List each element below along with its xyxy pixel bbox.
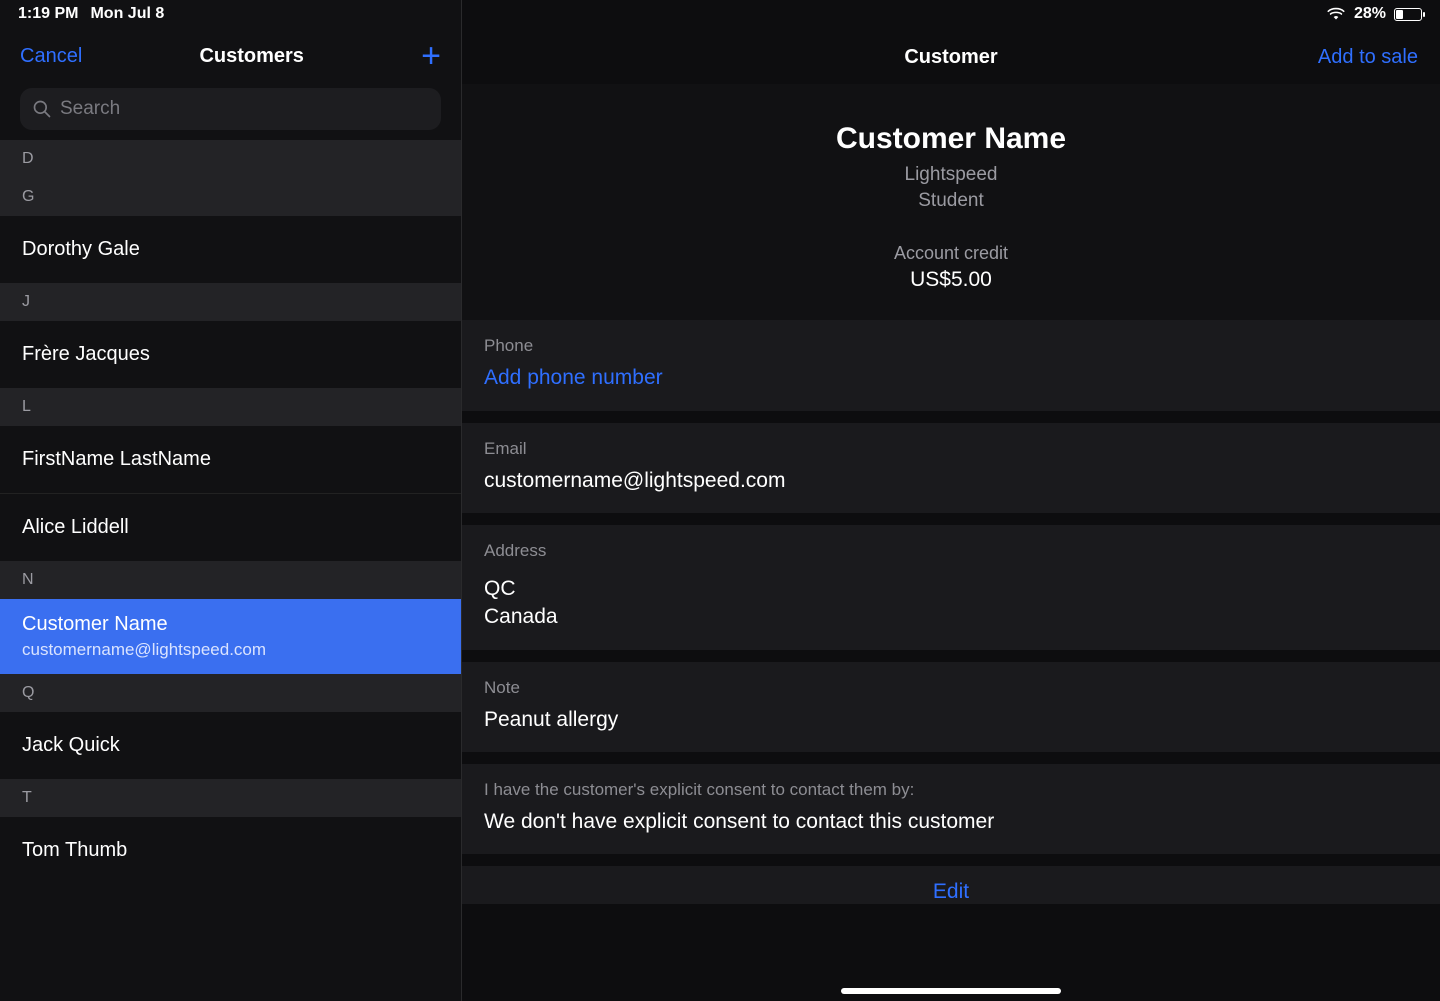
home-indicator[interactable] <box>841 988 1061 994</box>
customer-name: Tom Thumb <box>22 839 127 861</box>
cancel-button[interactable]: Cancel <box>20 45 82 68</box>
address-label: Address <box>484 541 1418 561</box>
customer-name: Jack Quick <box>22 734 120 756</box>
address-section: Address QC Canada <box>462 525 1440 650</box>
customer-name: Frère Jacques <box>22 343 150 365</box>
status-bar: 1:19 PM Mon Jul 8 28% <box>0 0 1440 28</box>
customer-list-sidebar: Cancel Customers + D G Dorothy Gale J Fr… <box>0 0 462 1001</box>
list-item[interactable]: Jack Quick <box>0 712 461 779</box>
consent-section: I have the customer's explicit consent t… <box>462 764 1440 854</box>
note-section: Note Peanut allergy <box>462 662 1440 752</box>
status-date: Mon Jul 8 <box>90 5 164 23</box>
list-item[interactable]: FirstName LastName <box>0 426 461 494</box>
customer-name: FirstName LastName <box>22 448 211 470</box>
customer-list[interactable]: D G Dorothy Gale J Frère Jacques L First… <box>0 140 461 1001</box>
account-credit-label: Account credit <box>462 243 1440 264</box>
section-header: D <box>0 140 461 178</box>
battery-icon <box>1394 8 1422 21</box>
list-item[interactable]: Tom Thumb <box>0 817 461 884</box>
email-section: Email customername@lightspeed.com <box>462 423 1440 513</box>
section-header: L <box>0 388 461 426</box>
section-header: T <box>0 779 461 817</box>
add-to-sale-button[interactable]: Add to sale <box>1318 46 1418 69</box>
edit-button[interactable]: Edit <box>462 866 1440 904</box>
detail-title: Customer <box>904 46 997 69</box>
sidebar-title: Customers <box>199 45 303 68</box>
customer-name: Alice Liddell <box>22 516 129 538</box>
status-time: 1:19 PM <box>18 5 78 23</box>
status-battery-pct: 28% <box>1354 5 1386 23</box>
customer-type: Student <box>462 188 1440 214</box>
note-label: Note <box>484 678 1418 698</box>
email-value: customername@lightspeed.com <box>484 467 1418 495</box>
list-item[interactable]: Dorothy Gale <box>0 216 461 283</box>
note-value: Peanut allergy <box>484 706 1418 734</box>
customer-email: customername@lightspeed.com <box>22 640 439 660</box>
section-header: G <box>0 178 461 216</box>
section-header: Q <box>0 674 461 712</box>
customer-detail: Customer Add to sale Customer Name Light… <box>462 0 1440 1001</box>
section-header: J <box>0 283 461 321</box>
section-header: N <box>0 561 461 599</box>
customer-name: Customer Name <box>22 613 439 636</box>
search-field[interactable] <box>60 98 429 120</box>
address-line1: QC <box>484 575 1418 603</box>
customer-company: Lightspeed <box>462 162 1440 188</box>
phone-label: Phone <box>484 336 1418 356</box>
add-customer-button[interactable]: + <box>421 39 441 73</box>
customer-name: Dorothy Gale <box>22 238 140 260</box>
account-credit-value: US$5.00 <box>462 268 1440 292</box>
list-item[interactable]: Frère Jacques <box>0 321 461 388</box>
wifi-icon <box>1326 7 1346 21</box>
search-input[interactable] <box>20 88 441 130</box>
address-line2: Canada <box>484 603 1418 631</box>
customer-hero: Customer Name Lightspeed Student Account… <box>462 84 1440 320</box>
consent-value: We don't have explicit consent to contac… <box>484 808 1418 836</box>
email-label: Email <box>484 439 1418 459</box>
consent-label: I have the customer's explicit consent t… <box>484 780 1418 800</box>
phone-section: Phone Add phone number <box>462 320 1440 410</box>
add-phone-button[interactable]: Add phone number <box>484 364 1418 392</box>
list-item-selected[interactable]: Customer Name customername@lightspeed.co… <box>0 599 461 674</box>
list-item[interactable]: Alice Liddell <box>0 494 461 561</box>
search-icon <box>32 99 52 119</box>
customer-name-heading: Customer Name <box>462 122 1440 156</box>
